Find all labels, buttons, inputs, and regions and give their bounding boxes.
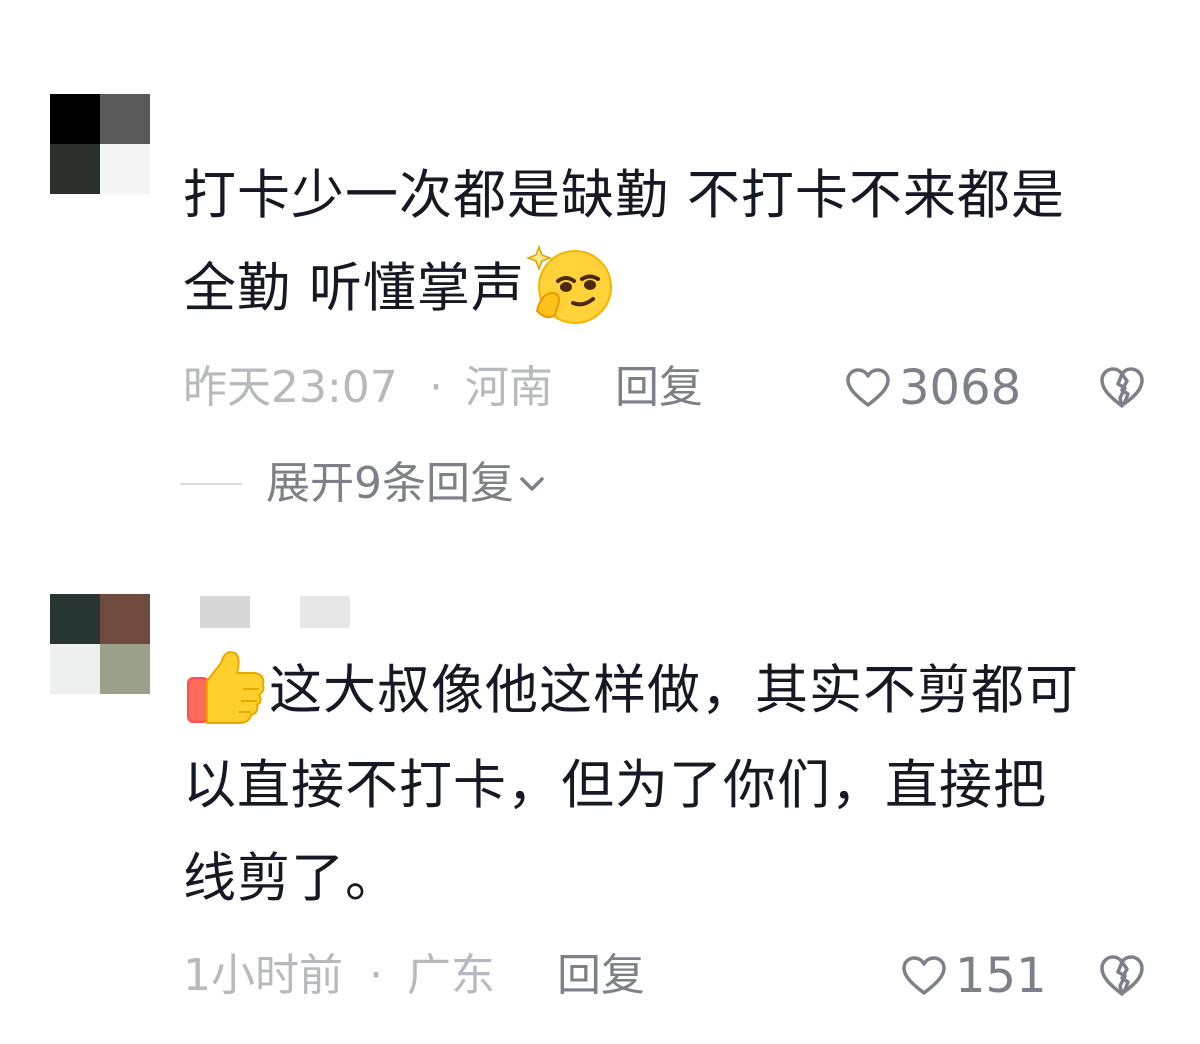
comment-region: 河南 xyxy=(465,362,553,413)
comment-text: 这大叔像他这样做，其实不剪都可 以直接不打卡，但为了你们，直接把 线剪了。 xyxy=(183,644,1163,925)
meta-separator: · xyxy=(429,362,443,413)
reply-button[interactable]: 回复 xyxy=(557,946,645,1006)
comment-text: 打卡少一次都是缺勤 不打卡不来都是 全勤 听懂掌声 xyxy=(183,149,1163,337)
comment-item: 这大叔像他这样做，其实不剪都可 以直接不打卡，但为了你们，直接把 线剪了。 1小… xyxy=(0,540,1200,1044)
meta-separator: · xyxy=(369,950,383,1001)
like-button[interactable]: 3068 xyxy=(845,358,1021,418)
comment-text-line: 这大叔像他这样做，其实不剪都可 xyxy=(269,660,1079,721)
heart-outline-icon xyxy=(846,368,890,407)
comment-text-line: 以直接不打卡，但为了你们，直接把 xyxy=(183,755,1047,817)
dislike-broken-heart-icon[interactable] xyxy=(1098,952,1146,1000)
comment-text-line: 全勤 听懂掌声 xyxy=(183,258,525,319)
avatar[interactable] xyxy=(50,94,150,194)
username-blurred xyxy=(200,596,250,628)
username-blurred xyxy=(300,596,350,628)
comment-time: 昨天23:07 xyxy=(183,362,398,413)
like-count: 3068 xyxy=(899,360,1022,416)
comment-text-line: 打卡少一次都是缺勤 不打卡不来都是 xyxy=(183,165,1065,226)
avatar[interactable] xyxy=(50,594,150,694)
comment-text-line: 线剪了。 xyxy=(183,848,399,910)
like-count: 151 xyxy=(955,948,1047,1004)
heart-outline-icon xyxy=(902,956,946,995)
reply-button[interactable]: 回复 xyxy=(615,358,703,418)
divider-line xyxy=(180,483,242,485)
thinking-smirk-emoji xyxy=(525,239,619,331)
comment-item: 打卡少一次都是缺勤 不打卡不来都是 全勤 听懂掌声 昨天23:07 · 河南 回… xyxy=(0,0,1200,540)
comment-meta: 昨天23:07 · 河南 回复 3068 xyxy=(183,358,1160,418)
expand-replies-label: 展开9条回复 xyxy=(266,458,514,509)
comment-meta: 1小时前 · 广东 回复 151 xyxy=(183,946,1160,1006)
dislike-broken-heart-icon[interactable] xyxy=(1098,364,1146,412)
expand-replies-button[interactable]: 展开9条回复 xyxy=(180,454,546,514)
comment-region: 广东 xyxy=(407,950,495,1001)
thumbs-up-emoji xyxy=(183,641,269,733)
chevron-down-icon xyxy=(520,477,544,491)
comment-time: 1小时前 xyxy=(183,950,343,1001)
like-button[interactable]: 151 xyxy=(901,946,1047,1006)
